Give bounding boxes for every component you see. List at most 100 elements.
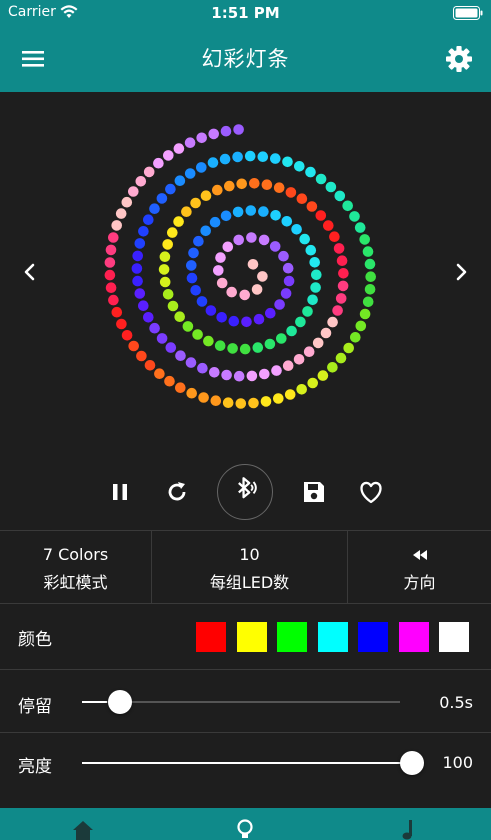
led-dot (207, 157, 219, 168)
led-dot (233, 234, 244, 246)
home-icon[interactable] (70, 818, 96, 840)
led-dot (249, 178, 260, 189)
led-dot (174, 175, 186, 186)
led-dot (239, 289, 250, 301)
led-dot (265, 307, 276, 319)
led-dot (354, 222, 366, 233)
chevron-right-icon[interactable] (447, 254, 475, 290)
led-dot (190, 197, 201, 209)
led-dot (134, 238, 146, 249)
led-dot (232, 151, 243, 163)
led-dot (305, 244, 317, 256)
led-dot (111, 220, 122, 231)
led-dot (239, 343, 251, 355)
floppy-save-icon[interactable] (296, 474, 332, 510)
mode-selector[interactable]: 7 Colors 彩虹模式 (0, 531, 152, 604)
led-dot (273, 182, 285, 193)
led-dot (175, 382, 186, 394)
led-dot (216, 312, 227, 323)
led-dot (270, 153, 281, 164)
led-dot (212, 184, 223, 196)
led-count-value: 10 (239, 545, 260, 564)
led-preview (0, 92, 491, 454)
led-dot (188, 247, 199, 259)
direction-selector[interactable]: 方向 (348, 531, 491, 604)
led-dot (185, 357, 197, 368)
led-dot (128, 340, 139, 352)
led-dot (259, 368, 270, 380)
led-dot (132, 250, 143, 262)
led-dot (306, 201, 318, 212)
color-swatch[interactable] (196, 622, 226, 652)
color-swatch[interactable] (398, 622, 429, 652)
led-dot (246, 370, 258, 382)
led-dot (196, 132, 207, 144)
lightbulb-icon[interactable] (232, 818, 258, 840)
led-dot (233, 370, 245, 382)
led-dot (220, 210, 232, 222)
led-dot (335, 352, 347, 364)
led-dot (196, 162, 207, 173)
color-swatch[interactable] (277, 622, 307, 652)
led-dot (159, 251, 171, 262)
led-dot (320, 327, 332, 339)
led-dot (350, 332, 361, 343)
led-dot (359, 234, 371, 245)
heart-icon[interactable] (353, 474, 389, 510)
led-dot (121, 330, 133, 341)
led-count-selector[interactable]: 10 每组LED数 (152, 531, 348, 604)
led-dot (175, 350, 186, 362)
bluetooth-button[interactable] (217, 464, 273, 520)
led-dot (282, 360, 294, 372)
led-count-label: 每组LED数 (209, 573, 290, 592)
reload-icon[interactable] (159, 474, 195, 510)
led-dot (355, 320, 367, 332)
brightness-slider-thumb[interactable] (400, 751, 424, 775)
led-dot (143, 312, 154, 323)
led-dot (337, 280, 349, 292)
led-dot (251, 284, 263, 295)
led-dot (311, 269, 322, 281)
led-dot (167, 300, 179, 312)
color-swatch[interactable] (439, 622, 469, 652)
pause-icon[interactable] (102, 474, 138, 510)
led-dot (307, 294, 318, 306)
led-dot (336, 255, 348, 266)
music-note-icon[interactable] (396, 818, 422, 840)
led-dot (219, 153, 231, 165)
led-dot (327, 362, 338, 373)
led-dot (210, 395, 222, 407)
led-dot (296, 193, 308, 204)
led-dot (317, 370, 329, 381)
led-dot (173, 143, 185, 154)
stay-slider-thumb[interactable] (108, 690, 133, 714)
led-dot (338, 268, 349, 279)
led-dot (284, 389, 296, 400)
led-dot (108, 232, 119, 243)
brightness-value: 100 (442, 753, 473, 772)
led-dot (335, 293, 347, 304)
color-swatch[interactable] (317, 622, 348, 652)
color-swatch[interactable] (236, 622, 267, 652)
mode-settings: 7 Colors 彩虹模式 10 每组LED数 方向 (0, 530, 491, 604)
led-dot (121, 196, 133, 208)
gear-icon[interactable] (443, 43, 475, 75)
led-dot (332, 305, 343, 316)
battery-icon (453, 6, 483, 20)
led-dot (312, 337, 324, 349)
led-dot (224, 180, 235, 192)
led-dot (261, 179, 273, 190)
led-dot (282, 262, 294, 274)
led-dot (208, 128, 219, 140)
led-dot (271, 365, 282, 376)
led-dot (305, 166, 316, 178)
led-dot (143, 214, 154, 225)
led-dot (269, 241, 281, 252)
led-dot (362, 296, 374, 308)
color-swatch[interactable] (358, 622, 388, 652)
led-dot (327, 316, 338, 328)
led-dot (108, 294, 119, 306)
led-dot (128, 186, 139, 197)
led-dot (303, 346, 315, 357)
led-dot (198, 392, 209, 403)
